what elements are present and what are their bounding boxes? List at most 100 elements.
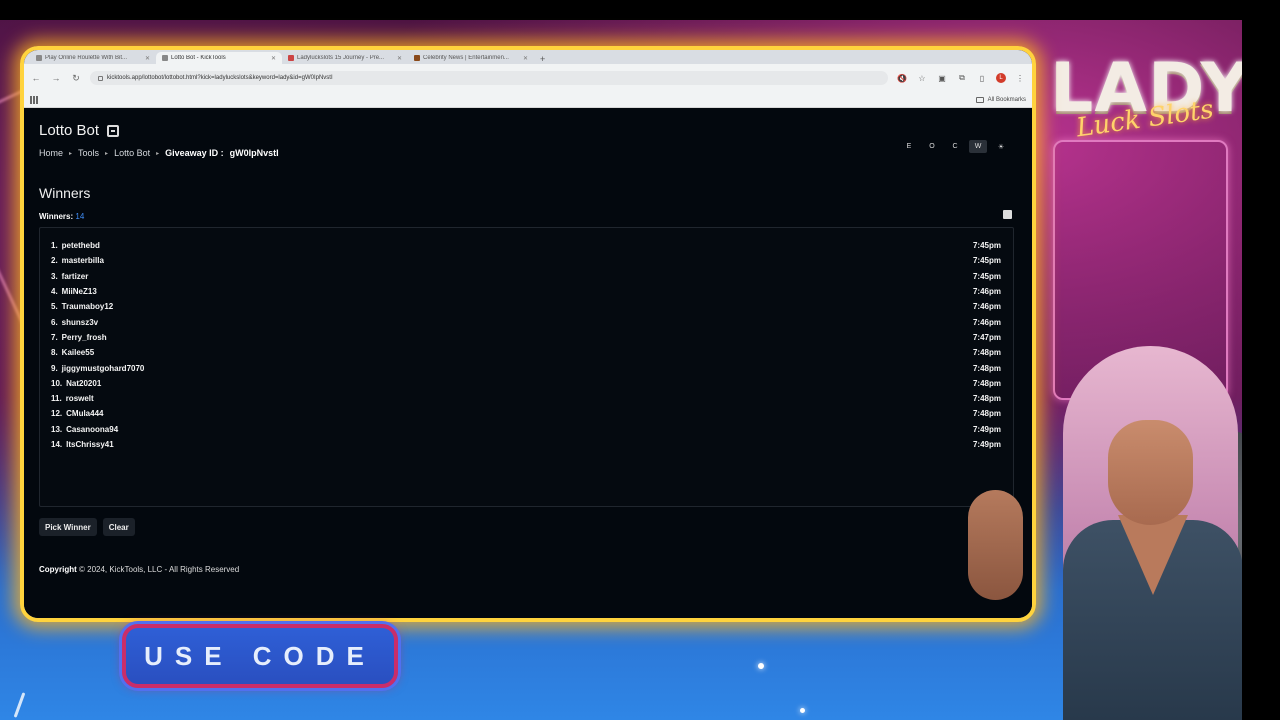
tab-title: Celebrity News | Entertainmen... — [423, 55, 509, 61]
winner-entry: 9. jiggymustgohard7070 — [51, 364, 144, 373]
winner-time: 7:46pm — [972, 317, 1001, 327]
tab-title: Lotto Bot - KickTools — [171, 55, 226, 61]
profile-avatar[interactable]: L — [996, 73, 1006, 83]
streamer-face — [1108, 420, 1193, 525]
new-tab-button[interactable]: + — [534, 54, 551, 64]
pick-winner-button[interactable]: Pick Winner — [39, 518, 97, 536]
winners-heading: Winners — [39, 185, 91, 201]
browser-tab[interactable]: Ladyluckslots 15 Journey - Pre... ✕ — [282, 52, 408, 64]
browser-tab[interactable]: Play Online Roulette With Bit... ✕ — [30, 52, 156, 64]
copyright-text: © 2024, KickTools, LLC - All Rights Rese… — [79, 565, 240, 574]
winner-name: roswelt — [65, 394, 94, 404]
tab-close-icon[interactable]: ✕ — [523, 55, 528, 62]
back-arrow-icon[interactable]: ← — [30, 73, 42, 83]
copy-icon[interactable] — [1003, 210, 1012, 219]
mute-icon[interactable]: 🔇 — [896, 74, 908, 83]
url-field[interactable]: kicktools.app/lottobot/lottobot.html?kic… — [90, 71, 888, 85]
sparkle — [800, 708, 805, 713]
theme-button-c[interactable]: C — [946, 140, 964, 153]
winner-name: Traumaboy12 — [61, 302, 114, 312]
winner-row: 5. Traumaboy12 7:46pm — [51, 299, 1001, 314]
winner-name: Nat20201 — [66, 378, 102, 388]
winner-rank: 2. — [51, 256, 58, 266]
winner-name: MiiNeZ13 — [61, 287, 97, 297]
winner-rank: 6. — [51, 317, 58, 327]
breadcrumb-separator-icon: ▸ — [105, 150, 109, 157]
winner-row: 7. Perry_frosh 7:47pm — [51, 330, 1001, 345]
winners-count-value: 14 — [75, 212, 85, 221]
sidebar-icon[interactable]: ▯ — [976, 74, 988, 83]
tab-close-icon[interactable]: ✕ — [271, 55, 276, 62]
action-buttons: Pick Winner Clear — [39, 518, 135, 536]
extensions-puzzle-icon[interactable]: ⧉ — [956, 73, 968, 83]
tab-title: Play Online Roulette With Bit... — [45, 55, 128, 61]
page-title-text: Lotto Bot — [39, 122, 100, 139]
winner-row: 6. shunsz3v 7:46pm — [51, 314, 1001, 329]
winner-entry: 1. petethebd — [51, 241, 100, 250]
clear-button[interactable]: Clear — [102, 518, 135, 536]
winner-time: 7:45pm — [972, 271, 1001, 281]
menu-kebab-icon[interactable]: ⋮ — [1014, 74, 1026, 83]
winner-rank: 4. — [51, 287, 58, 297]
browser-tab[interactable]: Celebrity News | Entertainmen... ✕ — [408, 52, 534, 64]
theme-button-o[interactable]: O — [923, 140, 941, 153]
browser-tab-active[interactable]: Lotto Bot - KickTools ✕ — [156, 52, 282, 64]
theme-button-e[interactable]: E — [900, 140, 918, 153]
winner-rank: 7. — [51, 332, 58, 342]
forward-arrow-icon[interactable]: → — [50, 73, 62, 83]
reload-icon[interactable]: ↻ — [70, 73, 82, 84]
copyright-label: Copyright — [39, 565, 77, 574]
top-letterbox — [0, 0, 1280, 20]
winner-rank: 8. — [51, 348, 58, 358]
use-code-banner: USE CODE — [122, 624, 398, 688]
streamer-neckline — [1118, 515, 1188, 595]
winner-row: 12. CMula444 7:48pm — [51, 406, 1001, 421]
winner-rank: 9. — [51, 363, 58, 373]
use-code-text: USE CODE — [144, 640, 376, 671]
winner-entry: 14. ItsChrissy41 — [51, 440, 114, 449]
winner-entry: 8. Kailee55 — [51, 348, 94, 357]
tab-favicon-icon — [36, 55, 42, 61]
winner-name: ItsChrissy41 — [66, 440, 114, 449]
tab-favicon-icon — [162, 55, 168, 61]
all-bookmarks-button[interactable]: All Bookmarks — [975, 96, 1026, 103]
tab-close-icon[interactable]: ✕ — [397, 55, 402, 62]
breadcrumb: Home ▸ Tools ▸ Lotto Bot ▸ Giveaway ID :… — [39, 148, 279, 158]
winner-rank: 14. — [51, 440, 63, 449]
all-bookmarks-label: All Bookmarks — [987, 96, 1026, 103]
winner-entry: 4. MiiNeZ13 — [51, 287, 97, 296]
winner-time: 7:45pm — [972, 256, 1001, 266]
winner-rank: 12. — [51, 409, 63, 419]
extension-icon[interactable]: ▣ — [936, 74, 948, 83]
page-title: Lotto Bot — [39, 122, 120, 139]
breadcrumb-home[interactable]: Home — [39, 148, 63, 158]
winner-row: 8. Kailee55 7:48pm — [51, 345, 1001, 360]
lotto-bot-page: Lotto Bot Home ▸ Tools ▸ Lotto Bot ▸ Giv… — [24, 108, 1032, 618]
apps-grid-icon[interactable] — [30, 95, 38, 104]
bookmark-star-icon[interactable]: ☆ — [916, 74, 928, 83]
theme-switcher: E O C W ☀ — [900, 140, 1010, 153]
winner-rank: 13. — [51, 424, 63, 434]
winner-rank: 3. — [51, 271, 58, 281]
streamer-hand — [968, 490, 1023, 600]
breadcrumb-tools[interactable]: Tools — [78, 148, 99, 158]
winner-name: fartizer — [61, 271, 89, 281]
winner-name: shunsz3v — [61, 317, 99, 327]
url-text: kicktools.app/lottobot/lottobot.html?kic… — [107, 75, 333, 81]
winner-row: 10. Nat20201 7:48pm — [51, 376, 1001, 391]
winner-row: 13. Casanoona94 7:49pm — [51, 422, 1001, 437]
theme-button-w[interactable]: W — [969, 140, 987, 153]
light-mode-sun-icon[interactable]: ☀ — [992, 140, 1010, 153]
site-info-icon[interactable] — [98, 75, 103, 81]
folder-icon — [975, 96, 984, 103]
winner-name: Perry_frosh — [61, 332, 107, 342]
brand-logo: LADY Luck Slots — [1050, 52, 1250, 144]
winner-name: Kailee55 — [61, 348, 95, 358]
breadcrumb-lotto-bot[interactable]: Lotto Bot — [114, 148, 150, 158]
winner-entry: 10. Nat20201 — [51, 379, 101, 388]
winner-row: 3. fartizer 7:45pm — [51, 269, 1001, 284]
bookmarks-bar: All Bookmarks — [24, 92, 1032, 108]
winner-row: 1. petethebd 7:45pm — [51, 238, 1001, 253]
tab-close-icon[interactable]: ✕ — [145, 55, 150, 62]
winner-entry: 13. Casanoona94 — [51, 425, 118, 434]
